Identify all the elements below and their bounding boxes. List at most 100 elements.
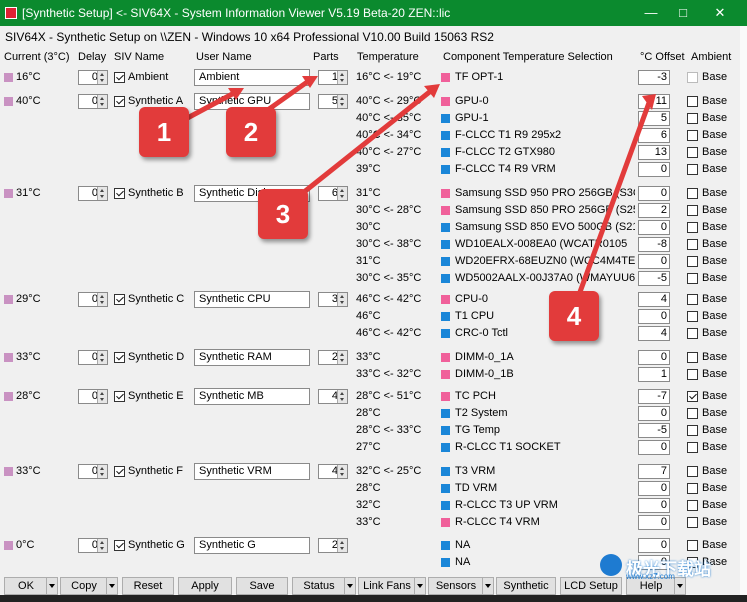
- parts-stepper[interactable]: 2: [318, 538, 348, 553]
- delay-stepper[interactable]: 0: [78, 389, 108, 404]
- spin-arrows-icon[interactable]: [97, 390, 107, 403]
- component-name[interactable]: NA: [455, 539, 635, 551]
- offset-input[interactable]: 4: [638, 292, 670, 307]
- siv-enable-checkbox[interactable]: [114, 72, 125, 83]
- delay-stepper[interactable]: 0: [78, 94, 108, 109]
- spin-arrows-icon[interactable]: [337, 351, 347, 364]
- component-color-icon[interactable]: [441, 206, 450, 215]
- component-color-icon[interactable]: [441, 274, 450, 283]
- help-dropdown-icon[interactable]: [674, 578, 685, 594]
- parts-stepper[interactable]: 2: [318, 350, 348, 365]
- component-color-icon[interactable]: [441, 518, 450, 527]
- delay-stepper[interactable]: 0: [78, 464, 108, 479]
- component-name[interactable]: TD VRM: [455, 482, 635, 494]
- delay-stepper[interactable]: 0: [78, 350, 108, 365]
- parts-stepper[interactable]: 6: [318, 186, 348, 201]
- copy-dropdown-icon[interactable]: [106, 578, 117, 594]
- delay-stepper[interactable]: 0: [78, 70, 108, 85]
- component-color-icon[interactable]: [441, 443, 450, 452]
- ambient-base-checkbox[interactable]: [687, 222, 698, 233]
- offset-input[interactable]: 0: [638, 220, 670, 235]
- user-name-input[interactable]: Synthetic CPU: [194, 291, 310, 308]
- offset-input[interactable]: -8: [638, 237, 670, 252]
- sensors-button[interactable]: Sensors: [428, 577, 494, 595]
- ambient-base-checkbox[interactable]: [687, 164, 698, 175]
- component-color-icon[interactable]: [441, 97, 450, 106]
- close-button[interactable]: ✕: [705, 4, 735, 22]
- offset-input[interactable]: 0: [638, 309, 670, 324]
- component-color-icon[interactable]: [441, 409, 450, 418]
- offset-input[interactable]: 0: [638, 498, 670, 513]
- offset-input[interactable]: 0: [638, 254, 670, 269]
- ambient-base-checkbox[interactable]: [687, 294, 698, 305]
- parts-stepper[interactable]: 5: [318, 94, 348, 109]
- component-name[interactable]: Samsung SSD 950 PRO 256GB (S3GL: [455, 187, 635, 199]
- component-name[interactable]: GPU-0: [455, 95, 635, 107]
- offset-input[interactable]: 0: [638, 481, 670, 496]
- spin-arrows-icon[interactable]: [97, 187, 107, 200]
- spin-arrows-icon[interactable]: [337, 187, 347, 200]
- siv-enable-checkbox[interactable]: [114, 352, 125, 363]
- component-name[interactable]: Samsung SSD 850 EVO 500GB (S21J: [455, 221, 635, 233]
- component-name[interactable]: R-CLCC T3 UP VRM: [455, 499, 635, 511]
- apply-button[interactable]: Apply: [178, 577, 232, 595]
- component-color-icon[interactable]: [441, 392, 450, 401]
- maximize-button[interactable]: □: [668, 4, 698, 22]
- component-name[interactable]: F-CLCC T2 GTX980: [455, 146, 635, 158]
- component-color-icon[interactable]: [441, 148, 450, 157]
- save-button[interactable]: Save: [236, 577, 288, 595]
- offset-input[interactable]: 4: [638, 326, 670, 341]
- component-color-icon[interactable]: [441, 484, 450, 493]
- offset-input[interactable]: 7: [638, 464, 670, 479]
- spin-arrows-icon[interactable]: [97, 71, 107, 84]
- ambient-base-checkbox[interactable]: [687, 369, 698, 380]
- user-name-input[interactable]: Synthetic VRM: [194, 463, 310, 480]
- component-name[interactable]: Samsung SSD 850 PRO 256GB (S251: [455, 204, 635, 216]
- component-color-icon[interactable]: [441, 312, 450, 321]
- copy-button[interactable]: Copy: [60, 577, 118, 595]
- offset-input[interactable]: 11: [638, 94, 670, 109]
- component-name[interactable]: F-CLCC T4 R9 VRM: [455, 163, 635, 175]
- ambient-base-checkbox[interactable]: [687, 147, 698, 158]
- offset-input[interactable]: 0: [638, 162, 670, 177]
- component-color-icon[interactable]: [441, 426, 450, 435]
- ambient-base-checkbox[interactable]: [687, 205, 698, 216]
- component-name[interactable]: TF OPT-1: [455, 71, 635, 83]
- ambient-base-checkbox[interactable]: [687, 72, 698, 83]
- ambient-base-checkbox[interactable]: [687, 256, 698, 267]
- component-color-icon[interactable]: [441, 558, 450, 567]
- offset-input[interactable]: 0: [638, 186, 670, 201]
- component-name[interactable]: DIMM-0_1B: [455, 368, 635, 380]
- reset-button[interactable]: Reset: [122, 577, 174, 595]
- ambient-base-checkbox[interactable]: [687, 517, 698, 528]
- spin-arrows-icon[interactable]: [97, 293, 107, 306]
- link-fans-dropdown-icon[interactable]: [414, 578, 425, 594]
- parts-stepper[interactable]: 4: [318, 464, 348, 479]
- component-name[interactable]: CRC-0 Tctl: [455, 327, 635, 339]
- component-name[interactable]: TC PCH: [455, 390, 635, 402]
- spin-arrows-icon[interactable]: [337, 539, 347, 552]
- component-color-icon[interactable]: [441, 223, 450, 232]
- user-name-input[interactable]: Synthetic G: [194, 537, 310, 554]
- component-color-icon[interactable]: [441, 131, 450, 140]
- component-name[interactable]: T2 System: [455, 407, 635, 419]
- ambient-base-checkbox[interactable]: [687, 96, 698, 107]
- component-color-icon[interactable]: [441, 501, 450, 510]
- offset-input[interactable]: -5: [638, 271, 670, 286]
- spin-arrows-icon[interactable]: [337, 465, 347, 478]
- spin-arrows-icon[interactable]: [337, 390, 347, 403]
- offset-input[interactable]: 13: [638, 145, 670, 160]
- ambient-base-checkbox[interactable]: [687, 352, 698, 363]
- ambient-base-checkbox[interactable]: [687, 239, 698, 250]
- delay-stepper[interactable]: 0: [78, 292, 108, 307]
- parts-stepper[interactable]: 4: [318, 389, 348, 404]
- offset-input[interactable]: 0: [638, 538, 670, 553]
- ambient-base-checkbox[interactable]: [687, 391, 698, 402]
- offset-input[interactable]: 0: [638, 515, 670, 530]
- offset-input[interactable]: 6: [638, 128, 670, 143]
- ok-button[interactable]: OK: [4, 577, 58, 595]
- spin-arrows-icon[interactable]: [337, 71, 347, 84]
- ok-dropdown-icon[interactable]: [46, 578, 57, 594]
- user-name-input[interactable]: Synthetic MB: [194, 388, 310, 405]
- link-fans-button[interactable]: Link Fans: [358, 577, 426, 595]
